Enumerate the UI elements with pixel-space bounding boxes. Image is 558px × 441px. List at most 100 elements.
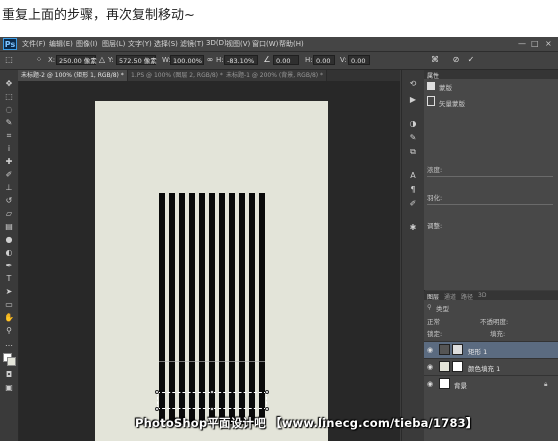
menu-type[interactable]: 文字(Y) (128, 39, 152, 49)
vector-mask-icon[interactable] (427, 96, 435, 106)
paragraph-panel-icon[interactable]: ¶ (407, 184, 419, 195)
screen-mode-icon[interactable]: ▣ (3, 382, 15, 393)
transform-handle[interactable] (210, 407, 214, 411)
angle-field[interactable]: 0.00 (273, 55, 299, 65)
blend-mode-select[interactable]: 正常 (427, 316, 440, 326)
tool-presets-icon[interactable]: ✱ (407, 222, 419, 233)
layer-kind-filter[interactable]: 类型 (436, 303, 449, 313)
layer-row[interactable]: ◉ 背景 🔒︎ (424, 375, 558, 392)
pen-tool-icon[interactable]: ✒ (3, 260, 15, 271)
warp-icon[interactable]: ⌘ (430, 55, 440, 65)
y-field[interactable]: 572.50 像素 (116, 55, 157, 65)
menu-view[interactable]: 视图(V) (226, 39, 250, 49)
layer-row[interactable]: ◉ 颜色填充 1 (424, 358, 558, 375)
lock-icon: 🔒︎ (544, 380, 548, 388)
close-button[interactable]: × (545, 39, 552, 48)
feather-slider[interactable] (427, 204, 553, 205)
document-canvas[interactable] (95, 101, 328, 441)
h-field[interactable]: -83.10% (224, 55, 258, 65)
healing-tool-icon[interactable]: ✚ (3, 156, 15, 167)
layer-name[interactable]: 矩形 1 (468, 346, 487, 356)
filter-search-icon[interactable]: ⚲ (427, 303, 432, 311)
adjustments-panel-icon[interactable]: ◑ (407, 118, 419, 129)
stripe (259, 193, 265, 424)
menu-window[interactable]: 窗口(W) (252, 39, 278, 49)
history-panel-icon[interactable]: ⟲ (407, 78, 419, 89)
character-panel-icon[interactable]: A (407, 170, 419, 181)
w-field[interactable]: 100.00% (170, 55, 204, 65)
layer-name[interactable]: 背景 (454, 380, 467, 390)
tab-paths[interactable]: 路径 (461, 292, 473, 301)
menu-help[interactable]: 帮助(H) (279, 39, 304, 49)
history-brush-tool-icon[interactable]: ↺ (3, 195, 15, 206)
menu-select[interactable]: 选择(S) (154, 39, 178, 49)
path-select-tool-icon[interactable]: ➤ (3, 286, 15, 297)
commit-transform-icon[interactable]: ✓ (466, 55, 476, 65)
photoshop-window: Ps 文件(F) 编辑(E) 图像(I) 图层(L) 文字(Y) 选择(S) 滤… (0, 37, 558, 441)
stripe (249, 193, 255, 424)
cancel-transform-icon[interactable]: ⊘ (451, 55, 461, 65)
zoom-tool-icon[interactable]: ⚲ (3, 325, 15, 336)
tab-3d[interactable]: 3D (478, 292, 486, 299)
eyedropper-tool-icon[interactable]: ⅰ (3, 143, 15, 154)
relative-position-icon[interactable]: △ (97, 55, 107, 65)
tab-layers[interactable]: 图层 (427, 292, 439, 301)
transform-tool-icon[interactable]: ⬚ (4, 55, 14, 65)
eraser-tool-icon[interactable]: ▱ (3, 208, 15, 219)
opacity-label: 不透明度: (480, 318, 509, 326)
visibility-eye-icon[interactable]: ◉ (427, 346, 433, 354)
crop-tool-icon[interactable]: ⌗ (3, 130, 15, 141)
x-field[interactable]: 250.00 像素 (56, 55, 97, 65)
dodge-tool-icon[interactable]: ◐ (3, 247, 15, 258)
tab-properties[interactable]: 属性 (427, 71, 439, 80)
visibility-eye-icon[interactable]: ◉ (427, 380, 433, 388)
marquee-tool-icon[interactable]: ⬚ (3, 91, 15, 102)
density-slider[interactable] (427, 176, 553, 177)
gradient-tool-icon[interactable]: ▤ (3, 221, 15, 232)
minimize-button[interactable]: — (518, 39, 526, 48)
transform-handle[interactable] (210, 390, 214, 394)
tab-document-3[interactable]: 未标题-1 @ 200% (背景, RGB/8) * (223, 70, 328, 81)
transform-handle[interactable] (265, 390, 269, 394)
tutorial-caption: 重复上面的步骤，再次复制移动~ (2, 8, 195, 23)
shape-tool-icon[interactable]: ▭ (3, 299, 15, 310)
reference-point-icon[interactable]: ⁘ (34, 55, 44, 65)
menu-edit[interactable]: 编辑(E) (49, 39, 73, 49)
background-color-swatch[interactable] (7, 357, 16, 366)
hand-tool-icon[interactable]: ✋ (3, 312, 15, 323)
transform-handle[interactable] (155, 390, 159, 394)
visibility-eye-icon[interactable]: ◉ (427, 363, 433, 371)
lasso-tool-icon[interactable]: ◌ (3, 104, 15, 115)
stripe (159, 193, 165, 424)
type-tool-icon[interactable]: T (3, 273, 15, 284)
blur-tool-icon[interactable]: ● (3, 234, 15, 245)
hskew-field[interactable]: 0.00 (313, 55, 335, 65)
tab-document-1[interactable]: 未标题-2 @ 100% (矩形 1, RGB/8) * (18, 70, 128, 81)
tab-channels[interactable]: 通道 (444, 292, 456, 301)
clone-source-icon[interactable]: ⧉ (407, 146, 419, 157)
layer-row[interactable]: ◉ 矩形 1 (424, 341, 558, 358)
canvas-area[interactable] (19, 81, 400, 441)
brush-panel-icon[interactable]: ✐ (407, 198, 419, 209)
feather-label: 羽化: (427, 194, 443, 202)
maximize-button[interactable]: □ (531, 39, 539, 48)
stamp-tool-icon[interactable]: ⊥ (3, 182, 15, 193)
menu-image[interactable]: 图像(I) (76, 39, 98, 49)
quick-select-tool-icon[interactable]: ✎ (3, 117, 15, 128)
menu-layer[interactable]: 图层(L) (102, 39, 125, 49)
transform-handle[interactable] (265, 407, 269, 411)
transform-handle[interactable] (155, 407, 159, 411)
brush-presets-icon[interactable]: ✎ (407, 132, 419, 143)
layer-name[interactable]: 颜色填充 1 (468, 363, 500, 373)
menu-3d[interactable]: 3D(D) (206, 39, 227, 47)
actions-panel-icon[interactable]: ▶ (407, 94, 419, 105)
edit-toolbar-icon[interactable]: … (3, 338, 15, 349)
menu-filter[interactable]: 滤镜(T) (180, 39, 204, 49)
menu-file[interactable]: 文件(F) (22, 39, 46, 49)
move-tool-icon[interactable]: ✥ (3, 78, 15, 89)
quick-mask-icon[interactable]: ◘ (3, 369, 15, 380)
brush-tool-icon[interactable]: ✐ (3, 169, 15, 180)
vskew-field[interactable]: 0.00 (348, 55, 370, 65)
tab-document-2[interactable]: 1.PS @ 100% (图层 2, RGB/8) * (128, 70, 227, 81)
link-icon[interactable]: ∞ (205, 55, 215, 65)
